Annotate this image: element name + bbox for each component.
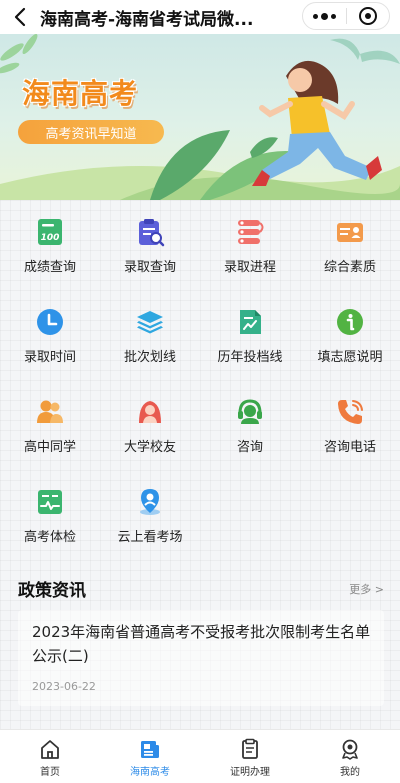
navigation-bar: 海南高考-海南省考试局微... (0, 0, 400, 34)
service-menu-grid: 100 成绩查询 录取查询 录取进程 综合素质 录取时间 批次划线 历年投档线 … (0, 200, 400, 560)
tab-certificate[interactable]: 证明办理 (200, 730, 300, 783)
menu-item-comprehensive-quality[interactable]: 综合素质 (300, 200, 400, 290)
menu-label: 高中同学 (23, 440, 76, 455)
banner-subtitle: 高考资讯早知道 (18, 120, 164, 144)
menu-item-university-alumni[interactable]: 大学校友 (100, 380, 200, 470)
menu-label: 大学校友 (123, 440, 176, 455)
clock-icon (34, 306, 66, 338)
menu-label: 录取进程 (223, 260, 276, 275)
tab-home[interactable]: 首页 (0, 730, 100, 783)
menu-item-admission-query[interactable]: 录取查询 (100, 200, 200, 290)
news-date: 2023-06-22 (32, 680, 96, 693)
info-icon (334, 306, 366, 338)
menu-item-application-guide[interactable]: 填志愿说明 (300, 290, 400, 380)
menu-label: 高考体检 (23, 530, 76, 545)
tab-label: 海南高考 (130, 767, 170, 778)
certificate-icon (242, 738, 258, 759)
menu-label: 批次划线 (123, 350, 176, 365)
menu-item-batch-line[interactable]: 批次划线 (100, 290, 200, 380)
bottom-tab-bar: 首页 海南高考 证明办理 我的 (0, 729, 400, 783)
more-menu-button[interactable] (303, 3, 346, 29)
home-icon (41, 740, 59, 759)
banner-illustration (0, 34, 400, 200)
menu-label: 云上看考场 (117, 530, 183, 545)
menu-label: 录取查询 (123, 260, 176, 275)
more-link[interactable]: 更多 > (349, 581, 384, 597)
profile-icon (342, 739, 358, 760)
people-icon (34, 396, 66, 428)
tab-hainan-gaokao[interactable]: 海南高考 (100, 730, 200, 783)
menu-item-physical-exam[interactable]: 高考体检 (0, 470, 100, 560)
menu-item-virtual-exam-room[interactable]: 云上看考场 (100, 470, 200, 560)
menu-label: 填志愿说明 (317, 350, 383, 365)
news-card[interactable]: 2023年海南省普通高考不受报考批次限制考生名单公示(二) 2023-06-22 (18, 610, 384, 706)
more-dots-icon (312, 12, 336, 20)
page-title: 海南高考-海南省考试局微... (40, 9, 254, 30)
id-card-icon (334, 216, 366, 248)
tab-mine[interactable]: 我的 (300, 730, 400, 783)
score-board-icon: 100 (34, 216, 66, 248)
tab-label: 首页 (40, 767, 60, 778)
menu-label: 咨询电话 (323, 440, 376, 455)
phone-icon (334, 396, 366, 428)
menu-label: 综合素质 (323, 260, 376, 275)
menu-item-high-school-classmates[interactable]: 高中同学 (0, 380, 100, 470)
chart-document-icon (234, 306, 266, 338)
alumni-icon (134, 396, 166, 428)
menu-item-consult[interactable]: 咨询 (200, 380, 300, 470)
menu-label: 成绩查询 (23, 260, 76, 275)
menu-item-admission-progress[interactable]: 录取进程 (200, 200, 300, 290)
target-icon (358, 7, 377, 25)
tab-label: 我的 (340, 767, 360, 778)
banner-title: 海南高考 (22, 77, 139, 110)
miniprogram-capsule (302, 2, 390, 30)
chevron-left-icon (14, 7, 26, 27)
back-button[interactable] (0, 0, 40, 34)
medical-report-icon (34, 486, 66, 518)
location-pin-icon (134, 486, 166, 518)
menu-item-admission-time[interactable]: 录取时间 (0, 290, 100, 380)
close-miniprogram-button[interactable] (347, 3, 390, 29)
section-title-policy-news: 政策资讯 (18, 581, 86, 601)
menu-label: 历年投档线 (217, 350, 283, 365)
svg-text:100: 100 (41, 233, 60, 243)
menu-label: 录取时间 (23, 350, 76, 365)
news-icon (141, 741, 159, 758)
progress-steps-icon (234, 216, 266, 248)
headset-icon (234, 396, 266, 428)
layers-icon (134, 306, 166, 338)
menu-item-historical-lines[interactable]: 历年投档线 (200, 290, 300, 380)
menu-item-score-query[interactable]: 100 成绩查询 (0, 200, 100, 290)
clipboard-search-icon (134, 216, 166, 248)
news-title: 2023年海南省普通高考不受报考批次限制考生名单公示(二) (32, 623, 371, 665)
hero-banner[interactable]: 海南高考 高考资讯早知道 (0, 34, 400, 200)
menu-item-hotline[interactable]: 咨询电话 (300, 380, 400, 470)
tab-label: 证明办理 (230, 767, 270, 778)
menu-label: 咨询 (236, 440, 263, 455)
